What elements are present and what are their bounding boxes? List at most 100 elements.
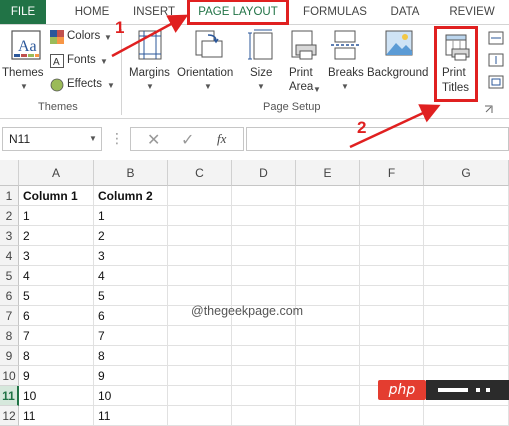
cell-a9[interactable]: 8 [19,346,94,366]
cell-d12[interactable] [232,406,296,426]
cell-e11[interactable] [296,386,360,406]
row-header-6[interactable]: 6 [0,286,19,306]
cell-d2[interactable] [232,206,296,226]
tab-insert[interactable]: INSERT [130,0,178,24]
cell-f1[interactable] [360,186,424,206]
cell-a1[interactable]: Column 1 [19,186,94,206]
name-box[interactable]: N11 ▼ [2,127,102,151]
cell-b8[interactable]: 7 [94,326,168,346]
cell-c10[interactable] [168,366,232,386]
cell-a5[interactable]: 4 [19,266,94,286]
cell-a12[interactable]: 11 [19,406,94,426]
column-header-c[interactable]: C [168,160,232,186]
cell-f8[interactable] [360,326,424,346]
colors-button[interactable]: Colors ▼ [50,28,112,46]
fonts-button[interactable]: A Fonts ▼ [50,52,108,70]
cell-b9[interactable]: 8 [94,346,168,366]
background-button[interactable]: Background [366,25,432,97]
effects-button[interactable]: Effects ▼ [50,76,115,94]
cell-f7[interactable] [360,306,424,326]
row-header-1[interactable]: 1 [0,186,19,206]
cell-e8[interactable] [296,326,360,346]
tab-file[interactable]: FILE [0,0,46,24]
margins-button[interactable]: Margins ▼ [126,25,174,97]
select-all-corner[interactable] [0,160,19,186]
column-header-e[interactable]: E [296,160,360,186]
cell-e7[interactable] [296,306,360,326]
tab-home[interactable]: HOME [70,0,114,24]
cell-e9[interactable] [296,346,360,366]
tab-page-layout[interactable]: PAGE LAYOUT [187,0,289,25]
cell-d6[interactable] [232,286,296,306]
column-header-b[interactable]: B [94,160,168,186]
cell-b3[interactable]: 2 [94,226,168,246]
cell-g1[interactable] [424,186,509,206]
cell-d4[interactable] [232,246,296,266]
cell-f4[interactable] [360,246,424,266]
formula-bar-resize-icon[interactable]: ⋮ [110,130,124,147]
row-header-4[interactable]: 4 [0,246,19,266]
cell-b11[interactable]: 10 [94,386,168,406]
cell-f9[interactable] [360,346,424,366]
cell-c2[interactable] [168,206,232,226]
cell-a2[interactable]: 1 [19,206,94,226]
cell-e4[interactable] [296,246,360,266]
cell-f3[interactable] [360,226,424,246]
cell-e12[interactable] [296,406,360,426]
column-header-g[interactable]: G [424,160,509,186]
print-area-button[interactable]: Print Area ▼ [284,25,321,97]
row-header-3[interactable]: 3 [0,226,19,246]
cell-g12[interactable] [424,406,509,426]
cell-b2[interactable]: 1 [94,206,168,226]
row-header-2[interactable]: 2 [0,206,19,226]
cell-e2[interactable] [296,206,360,226]
insert-function-icon[interactable]: fx [217,131,226,147]
cell-c5[interactable] [168,266,232,286]
cell-g5[interactable] [424,266,509,286]
row-header-7[interactable]: 7 [0,306,19,326]
width-icon[interactable] [488,31,504,45]
tab-data[interactable]: DATA [387,0,423,24]
name-box-dropdown-icon[interactable]: ▼ [89,134,97,143]
dialog-launcher-icon[interactable] [484,105,493,114]
cell-a4[interactable]: 3 [19,246,94,266]
cell-g9[interactable] [424,346,509,366]
cell-g7[interactable] [424,306,509,326]
cell-c8[interactable] [168,326,232,346]
cell-g2[interactable] [424,206,509,226]
tab-formulas[interactable]: FORMULAS [299,0,371,24]
cell-d11[interactable] [232,386,296,406]
orientation-button[interactable]: Orientation ▼ [176,25,238,97]
cell-b6[interactable]: 5 [94,286,168,306]
cell-c12[interactable] [168,406,232,426]
row-header-5[interactable]: 5 [0,266,19,286]
cell-c11[interactable] [168,386,232,406]
cell-a10[interactable]: 9 [19,366,94,386]
cell-c1[interactable] [168,186,232,206]
cell-e1[interactable] [296,186,360,206]
cell-f6[interactable] [360,286,424,306]
cell-d8[interactable] [232,326,296,346]
cell-c9[interactable] [168,346,232,366]
cell-c6[interactable] [168,286,232,306]
column-header-d[interactable]: D [232,160,296,186]
cell-a3[interactable]: 2 [19,226,94,246]
height-icon[interactable] [488,53,504,67]
cell-c3[interactable] [168,226,232,246]
cell-f12[interactable] [360,406,424,426]
cell-e3[interactable] [296,226,360,246]
tab-review[interactable]: REVIEW [446,0,498,24]
cell-e5[interactable] [296,266,360,286]
row-header-12[interactable]: 12 [0,406,19,426]
scale-icon[interactable] [488,75,504,89]
cell-b5[interactable]: 4 [94,266,168,286]
cell-g6[interactable] [424,286,509,306]
cell-a8[interactable]: 7 [19,326,94,346]
cell-g8[interactable] [424,326,509,346]
cell-b1[interactable]: Column 2 [94,186,168,206]
cell-f5[interactable] [360,266,424,286]
row-header-9[interactable]: 9 [0,346,19,366]
cell-e10[interactable] [296,366,360,386]
column-header-a[interactable]: A [19,160,94,186]
cell-b10[interactable]: 9 [94,366,168,386]
